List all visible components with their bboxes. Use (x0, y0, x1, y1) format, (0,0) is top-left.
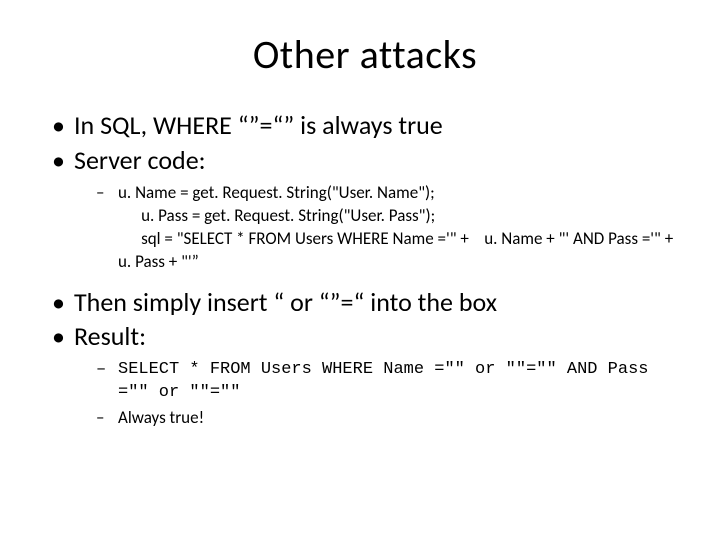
server-code-text: u. Name = get. Request. String("User. Na… (118, 182, 680, 274)
bullet-server-code-label: Server code: (74, 144, 206, 176)
result-always-true: Always true! (74, 407, 680, 430)
bullet-insert-trick: Then simply insert “ or “”=“ into the bo… (50, 286, 680, 319)
slide: Other attacks In SQL, WHERE “”=“” is alw… (0, 0, 720, 540)
bullet-sql-where-true: In SQL, WHERE “”=“” is always true (50, 109, 680, 142)
result-sql: SELECT * FROM Users WHERE Name ="" or ""… (74, 359, 680, 405)
slide-title: Other attacks (50, 30, 680, 79)
bullet-server-code: Server code: u. Name = get. Request. Str… (50, 144, 680, 274)
server-code-sublist: u. Name = get. Request. String("User. Na… (74, 182, 680, 274)
bullet-result-label: Result: (74, 320, 146, 352)
server-code-block: u. Name = get. Request. String("User. Na… (74, 182, 680, 274)
result-sublist: SELECT * FROM Users WHERE Name ="" or ""… (74, 359, 680, 430)
bullet-list: In SQL, WHERE “”=“” is always true Serve… (50, 109, 680, 430)
bullet-result: Result: SELECT * FROM Users WHERE Name =… (50, 320, 680, 429)
